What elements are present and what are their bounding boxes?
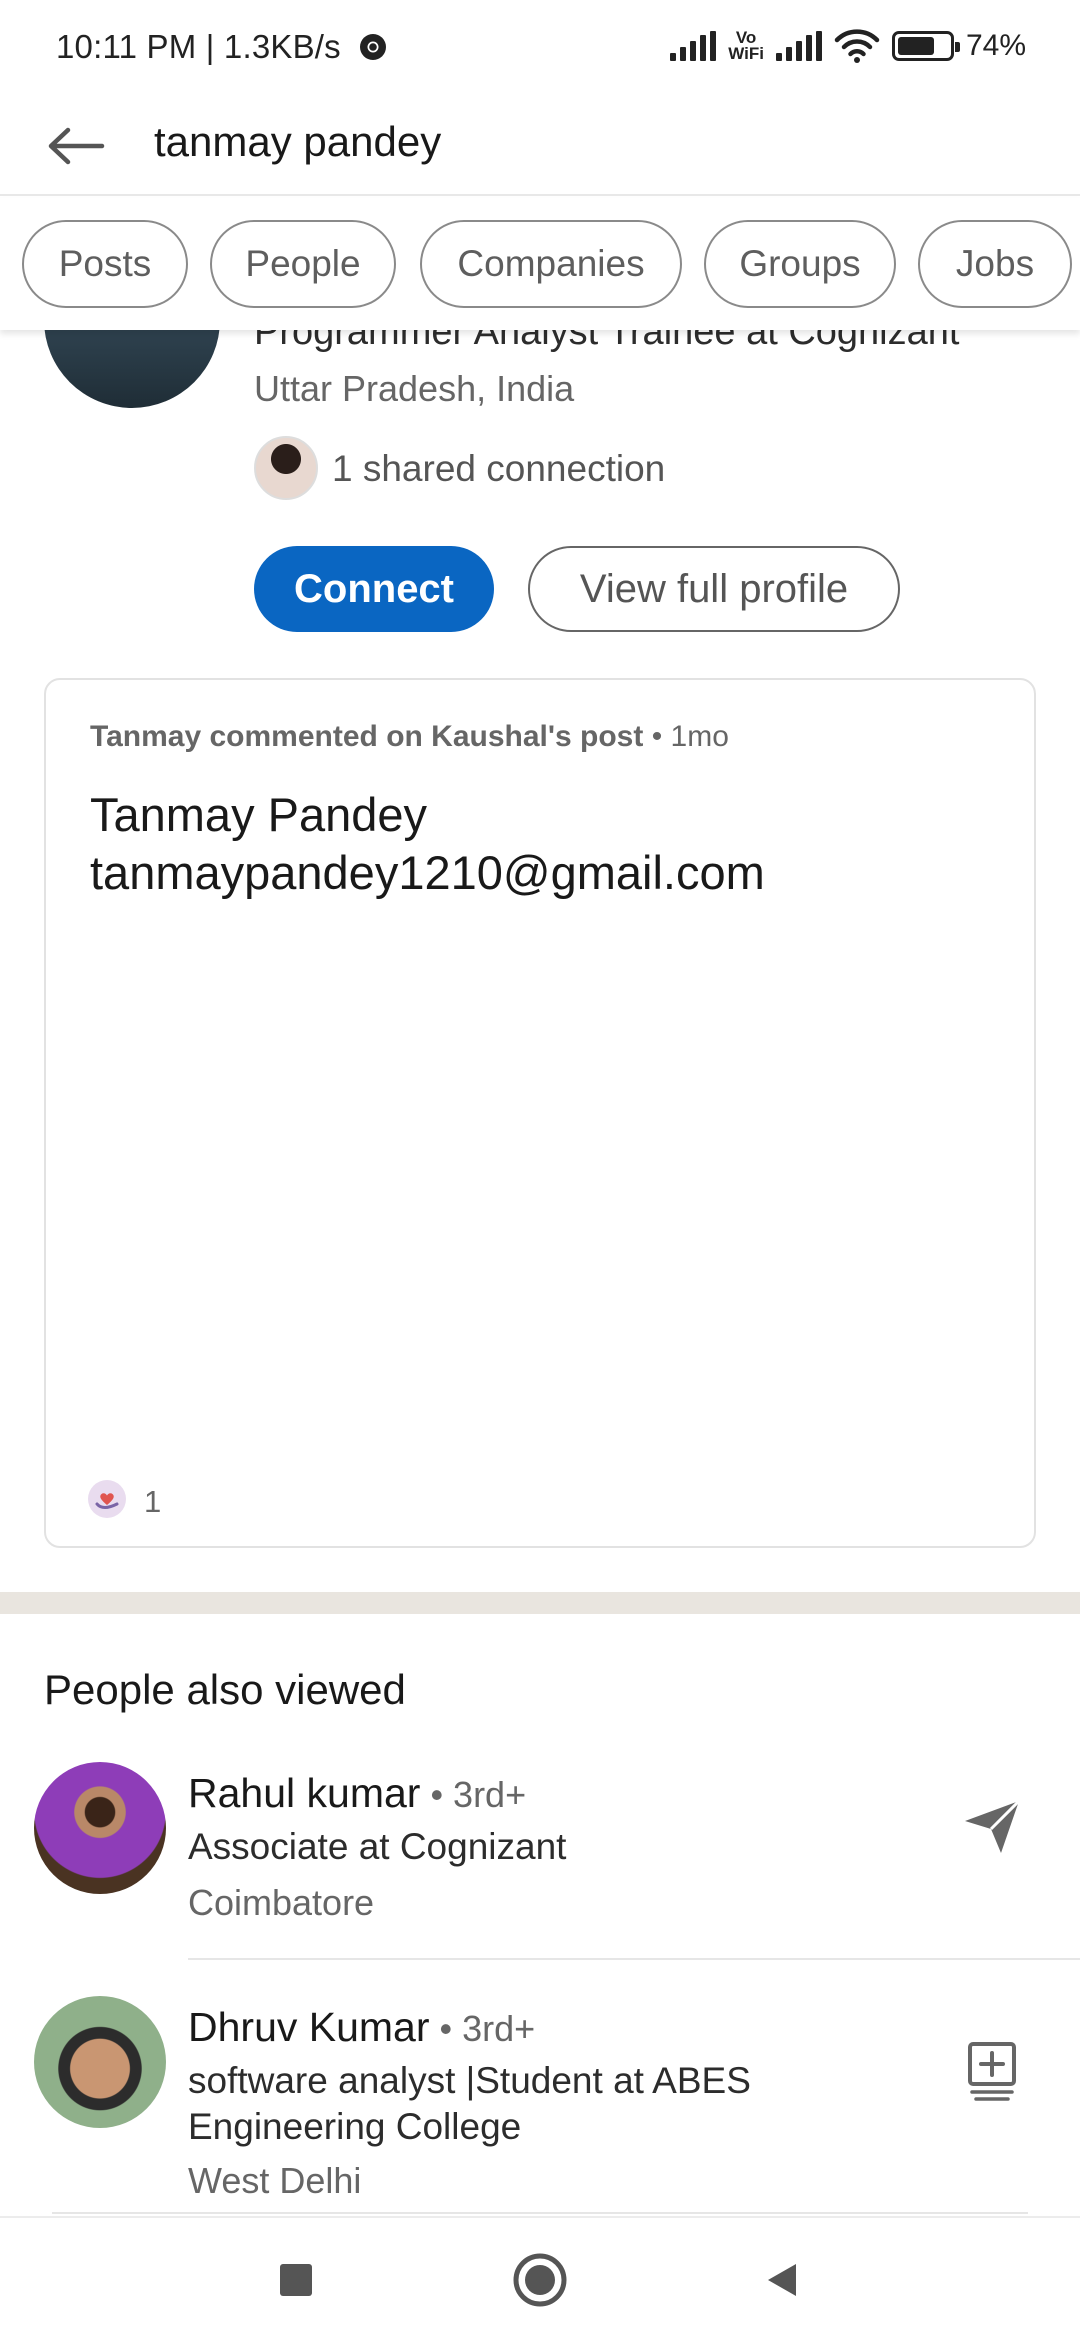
filter-jobs[interactable]: Jobs <box>918 220 1072 308</box>
status-icons: Vo WiFi 74% <box>670 24 1026 68</box>
connect-button[interactable]: Connect <box>254 546 494 632</box>
activity-meta: Tanmay commented on Kaushal's post • 1mo <box>90 720 729 754</box>
person-name[interactable]: Dhruv Kumar • 3rd+ <box>188 2004 535 2051</box>
system-nav-bar <box>0 2216 1080 2340</box>
shared-connection-text[interactable]: 1 shared connection <box>332 448 665 490</box>
battery-icon <box>891 31 960 61</box>
square-icon <box>280 2264 312 2296</box>
person-headline: software analyst |Student at ABES Engine… <box>188 2060 751 2147</box>
comment-line-1: Tanmay Pandey <box>90 788 428 841</box>
person-card-dhruv[interactable]: Dhruv Kumar • 3rd+ software analyst |Stu… <box>0 1994 1080 2214</box>
recents-button[interactable] <box>262 2246 330 2314</box>
search-input[interactable]: tanmay pandey <box>154 118 441 166</box>
avatar[interactable] <box>34 1762 166 1894</box>
search-header: tanmay pandey <box>0 96 1080 196</box>
divider <box>52 2212 1028 2214</box>
back-arrow-icon <box>48 127 105 165</box>
shared-connection-avatar <box>254 436 318 500</box>
connection-degree: • 3rd+ <box>429 2008 536 2049</box>
person-location: West Delhi <box>188 2160 362 2201</box>
home-button[interactable] <box>506 2246 574 2314</box>
vowifi-indicator: Vo WiFi <box>728 28 764 63</box>
filter-posts[interactable]: Posts <box>22 220 188 308</box>
chrome-icon <box>360 34 386 60</box>
filter-people[interactable]: People <box>210 220 396 308</box>
signal-icon-2 <box>775 31 822 61</box>
connect-button-small[interactable] <box>956 2036 1028 2108</box>
activity-card[interactable]: Tanmay commented on Kaushal's post • 1mo… <box>44 678 1036 1548</box>
activity-body: Tanmay Pandey tanmaypandey1210@gmail.com <box>90 786 765 902</box>
send-icon <box>965 1799 1021 1853</box>
status-time: 10:11 PM | 1.3KB/s <box>56 28 341 65</box>
view-full-profile-button[interactable]: View full profile <box>528 546 900 632</box>
section-divider <box>0 1592 1080 1614</box>
filter-bar: Posts People Companies Groups Jobs <box>0 198 1080 330</box>
activity-time: • 1mo <box>643 720 729 753</box>
filter-groups[interactable]: Groups <box>704 220 896 308</box>
connection-degree: • 3rd+ <box>420 1774 527 1815</box>
wifi-icon <box>834 29 880 63</box>
filter-companies[interactable]: Companies <box>420 220 682 308</box>
back-button[interactable] <box>40 110 112 182</box>
result-location: Uttar Pradesh, India <box>254 368 575 409</box>
back-nav-button[interactable] <box>748 2246 816 2314</box>
person-name[interactable]: Rahul kumar • 3rd+ <box>188 1770 526 1817</box>
activity-actor: Tanmay commented on Kaushal's post <box>90 720 644 753</box>
triangle-back-icon <box>768 2264 796 2296</box>
support-reaction-icon[interactable] <box>88 1480 126 1518</box>
reaction-count[interactable]: 1 <box>144 1484 161 1520</box>
signal-icon <box>670 31 717 61</box>
home-circle-icon <box>513 2253 567 2307</box>
divider <box>188 1958 1080 1960</box>
person-location: Coimbatore <box>188 1882 375 1923</box>
add-connection-icon <box>968 2042 1016 2101</box>
person-headline: Associate at Cognizant <box>188 1826 567 1867</box>
person-card-rahul[interactable]: Rahul kumar • 3rd+ Associate at Cognizan… <box>0 1760 1080 1960</box>
send-message-button[interactable] <box>956 1790 1028 1862</box>
people-also-viewed-title: People also viewed <box>44 1666 406 1713</box>
avatar[interactable] <box>34 1996 166 2128</box>
battery-percent: 74% <box>965 29 1026 62</box>
status-bar: 10:11 PM | 1.3KB/s Vo WiFi 74% <box>0 0 1080 96</box>
comment-line-2: tanmaypandey1210@gmail.com <box>90 846 765 899</box>
